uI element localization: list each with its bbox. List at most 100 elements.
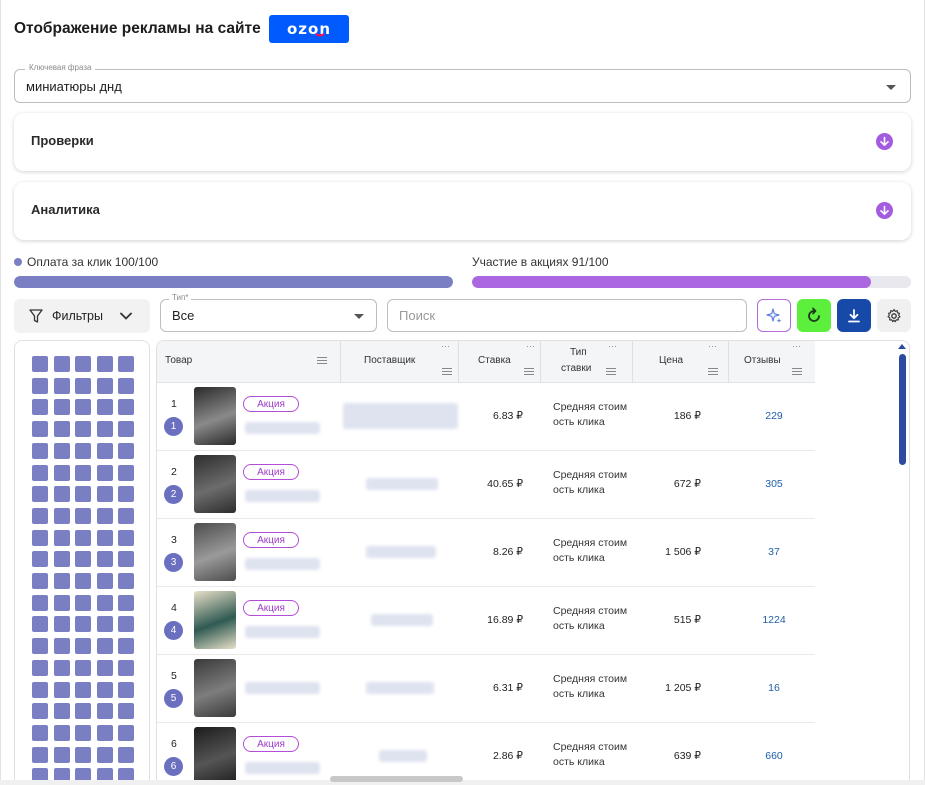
position-cell[interactable] [118,551,134,568]
position-cell[interactable] [75,377,91,394]
position-cell[interactable] [53,659,70,676]
position-cell[interactable] [118,442,134,459]
product-thumbnail[interactable] [194,591,236,649]
position-cell[interactable] [75,507,91,524]
position-cell[interactable] [32,356,48,372]
position-cell[interactable] [118,573,134,589]
position-cell[interactable] [53,703,70,720]
position-cell[interactable] [118,529,134,546]
position-cell[interactable] [118,507,134,524]
table-row[interactable]: 4 4 Акция 16.89 ₽ Средняя стоим ость клика 515… [157,587,815,655]
position-cell[interactable] [53,507,70,524]
position-cell[interactable] [75,551,91,568]
position-cell[interactable] [118,356,134,372]
position-cell[interactable] [53,551,70,568]
column-options-icon[interactable]: ··· [526,341,535,351]
position-cell[interactable] [53,442,70,459]
position-cell[interactable] [75,681,91,698]
position-cell[interactable] [53,377,70,394]
position-cell[interactable] [32,377,48,394]
position-cell[interactable] [96,356,113,372]
position-cell[interactable] [96,377,113,394]
position-cell[interactable] [118,659,134,676]
position-cell[interactable] [75,724,91,741]
column-options-icon[interactable]: ··· [792,341,801,351]
scroll-up-arrow[interactable] [898,344,906,349]
position-cell[interactable] [96,659,113,676]
product-thumbnail[interactable] [194,455,236,513]
table-row[interactable]: 6 6 Акция 2.86 ₽ Средняя стоим ость клика 639 … [157,723,815,785]
position-cell[interactable] [53,638,70,655]
table-row[interactable]: 5 5 6.31 ₽ Средняя стоим ость клика 1 205 ₽ 16 [157,655,815,723]
position-cell[interactable] [96,703,113,720]
table-row[interactable]: 2 2 Акция 40.65 ₽ Средняя стоим ость клика 672… [157,451,815,519]
position-cell[interactable] [96,638,113,655]
position-cell[interactable] [118,464,134,481]
position-cell[interactable] [32,486,48,503]
table-row[interactable]: 1 1 Акция 6.83 ₽ Средняя стоим ость клика 186 … [157,383,815,451]
reviews-link[interactable]: 305 [744,478,804,490]
position-cell[interactable] [96,616,113,633]
position-cell[interactable] [96,486,113,503]
position-cell[interactable] [118,377,134,394]
column-menu-icon[interactable] [606,368,616,375]
reviews-link[interactable]: 16 [744,682,804,694]
position-cell[interactable] [32,421,48,438]
search-input[interactable] [387,299,747,332]
refresh-button[interactable] [797,299,831,332]
position-cell[interactable] [96,507,113,524]
position-cell[interactable] [75,746,91,763]
position-cell[interactable] [118,594,134,611]
column-menu-icon[interactable] [317,357,327,364]
position-cell[interactable] [75,356,91,372]
position-cell[interactable] [32,616,48,633]
position-cell[interactable] [32,746,48,763]
position-cell[interactable] [96,681,113,698]
position-cell[interactable] [32,724,48,741]
position-cell[interactable] [32,464,48,481]
position-cell[interactable] [75,529,91,546]
position-cell[interactable] [96,442,113,459]
product-thumbnail[interactable] [194,727,236,785]
position-cell[interactable] [75,594,91,611]
position-cell[interactable] [53,573,70,589]
column-options-icon[interactable]: ··· [708,341,717,351]
position-cell[interactable] [32,573,48,589]
download-button[interactable] [837,299,871,332]
table-row[interactable]: 3 3 Акция 8.26 ₽ Средняя стоим ость клика 1 50… [157,519,815,587]
position-cell[interactable] [118,616,134,633]
position-cell[interactable] [53,486,70,503]
position-cell[interactable] [118,746,134,763]
filters-button[interactable]: Фильтры [14,299,150,333]
position-cell[interactable] [96,594,113,611]
position-cell[interactable] [53,746,70,763]
position-cell[interactable] [118,681,134,698]
position-cell[interactable] [53,529,70,546]
column-options-icon[interactable]: ··· [608,341,617,351]
horizontal-scrollbar[interactable] [330,776,463,782]
position-cell[interactable] [75,421,91,438]
position-cell[interactable] [118,703,134,720]
position-cell[interactable] [32,442,48,459]
position-cell[interactable] [32,529,48,546]
position-cell[interactable] [53,616,70,633]
position-cell[interactable] [32,399,48,416]
type-select[interactable]: Тип* Все [160,293,377,332]
position-cell[interactable] [32,659,48,676]
position-cell[interactable] [75,486,91,503]
position-cell[interactable] [118,638,134,655]
ai-button[interactable] [757,299,791,332]
position-cell[interactable] [118,724,134,741]
position-cell[interactable] [53,594,70,611]
position-cell[interactable] [32,638,48,655]
position-cell[interactable] [96,724,113,741]
reviews-link[interactable]: 1224 [744,614,804,626]
position-cell[interactable] [32,507,48,524]
position-cell[interactable] [118,486,134,503]
reviews-link[interactable]: 660 [744,750,804,762]
position-cell[interactable] [53,681,70,698]
position-cell[interactable] [75,703,91,720]
position-cell[interactable] [32,703,48,720]
position-cell[interactable] [96,551,113,568]
accordion-analytics[interactable]: Аналитика [14,182,911,240]
